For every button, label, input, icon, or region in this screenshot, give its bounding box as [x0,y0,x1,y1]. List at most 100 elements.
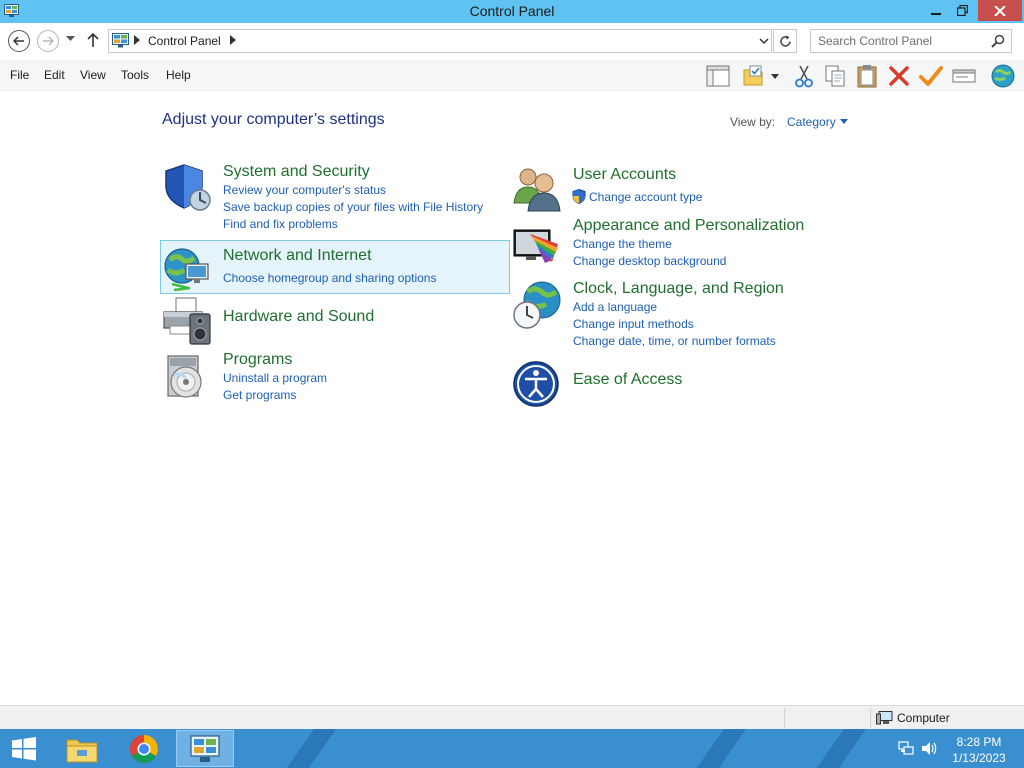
programs-disc-icon[interactable] [162,352,212,402]
system-clock[interactable]: 8:28 PM 1/13/2023 [950,734,1008,766]
clock-date: 1/13/2023 [952,751,1006,765]
menu-tools[interactable]: Tools [121,68,149,82]
refresh-button[interactable] [773,29,797,53]
category-system-and-security[interactable]: System and Security [223,163,370,181]
layout-button[interactable] [705,63,731,89]
link-change-input-methods[interactable]: Change input methods [573,317,694,331]
breadcrumb-separator-icon[interactable] [134,35,140,45]
copy-icon [825,65,845,87]
ease-of-access-icon[interactable] [512,359,562,409]
link-change-account-type[interactable]: Change account type [589,190,702,204]
layout-icon [706,65,730,87]
link-file-history[interactable]: Save backup copies of your files with Fi… [223,200,483,214]
search-box[interactable] [810,29,1012,53]
back-arrow-icon [13,36,24,46]
monitor-palette-icon[interactable] [512,222,562,272]
close-button[interactable] [978,0,1022,21]
taskbar-chrome[interactable] [116,730,172,767]
category-programs[interactable]: Programs [223,351,292,369]
search-icon[interactable] [991,34,1005,48]
search-input[interactable] [811,30,987,52]
chrome-icon [130,734,158,763]
view-by-dropdown[interactable]: Category [787,115,836,129]
category-user-accounts[interactable]: User Accounts [573,166,676,184]
page-title: Adjust your computer’s settings [162,111,385,128]
globe-icon [991,64,1015,88]
properties-icon [952,69,976,83]
menu-file[interactable]: File [10,68,29,82]
category-hardware-and-sound[interactable]: Hardware and Sound [223,308,374,326]
taskbar: 8:28 PM 1/13/2023 [0,729,1024,768]
users-icon[interactable] [512,163,562,213]
address-bar[interactable]: Control Panel [108,29,772,53]
dropdown-arrow-icon [771,73,779,79]
menu-view[interactable]: View [80,68,106,82]
apply-button[interactable] [918,63,944,89]
control-panel-icon [112,33,129,48]
internet-button[interactable] [988,63,1018,89]
menu-help[interactable]: Help [166,68,191,82]
link-change-date-time-formats[interactable]: Change date, time, or number formats [573,334,776,348]
refresh-icon [779,35,791,47]
taskbar-decoration [688,729,754,768]
breadcrumb-separator-icon[interactable] [230,35,236,45]
menu-bar: File Edit View Tools Help [0,60,1024,91]
folder-options-dropdown[interactable] [768,63,782,89]
copy-button[interactable] [822,63,848,89]
link-homegroup-sharing[interactable]: Choose homegroup and sharing options [223,271,436,285]
link-get-programs[interactable]: Get programs [223,388,296,402]
minimize-button[interactable] [922,0,949,21]
address-history-dropdown-icon[interactable] [759,38,769,45]
status-divider [870,708,871,728]
navigation-bar: Control Panel [0,23,1024,60]
status-location: Computer [897,711,950,725]
taskbar-file-explorer[interactable] [54,730,110,767]
delete-button[interactable] [886,63,912,89]
file-explorer-icon [66,739,98,762]
uac-shield-icon [572,189,586,204]
category-network-and-internet[interactable]: Network and Internet [223,247,372,265]
volume-icon[interactable] [921,741,938,756]
network-tray-icon[interactable] [898,741,914,756]
forward-arrow-icon [43,36,54,46]
start-button[interactable] [0,730,48,767]
start-icon [12,736,36,760]
folder-options-button[interactable] [741,63,767,89]
category-appearance-and-personalization[interactable]: Appearance and Personalization [573,217,804,235]
clock-globe-icon[interactable] [512,280,562,330]
status-divider [784,708,785,728]
category-clock-language-region[interactable]: Clock, Language, and Region [573,280,784,298]
folder-check-icon [743,65,763,86]
recent-locations-dropdown-icon[interactable] [66,36,75,42]
link-add-language[interactable]: Add a language [573,300,657,314]
maximize-button[interactable] [949,0,976,21]
properties-button[interactable] [951,63,977,89]
shield-icon[interactable] [162,162,212,212]
paste-icon [857,65,877,88]
clock-time: 8:28 PM [956,735,1002,749]
menu-edit[interactable]: Edit [44,68,65,82]
paste-button[interactable] [854,63,880,89]
back-button[interactable] [8,30,30,52]
network-globe-icon[interactable] [162,244,212,294]
printer-speaker-icon[interactable] [162,296,212,346]
cut-icon [795,65,813,88]
link-uninstall-program[interactable]: Uninstall a program [223,371,327,385]
title-bar: Control Panel [0,0,1024,23]
category-ease-of-access[interactable]: Ease of Access [573,371,682,389]
computer-icon [876,711,893,725]
up-arrow-icon[interactable] [87,32,99,48]
breadcrumb-control-panel[interactable]: Control Panel [148,34,221,48]
link-review-status[interactable]: Review your computer's status [223,183,386,197]
view-by-dropdown-icon[interactable] [840,119,848,124]
taskbar-decoration [808,729,874,768]
cut-button[interactable] [791,63,817,89]
link-change-desktop-background[interactable]: Change desktop background [573,254,726,268]
link-change-theme[interactable]: Change the theme [573,237,672,251]
minimize-icon [930,12,941,15]
checkmark-icon [919,66,943,86]
forward-button[interactable] [37,30,59,52]
taskbar-control-panel[interactable] [176,730,234,767]
status-bar: Computer [0,705,1024,729]
link-find-fix-problems[interactable]: Find and fix problems [223,217,338,231]
